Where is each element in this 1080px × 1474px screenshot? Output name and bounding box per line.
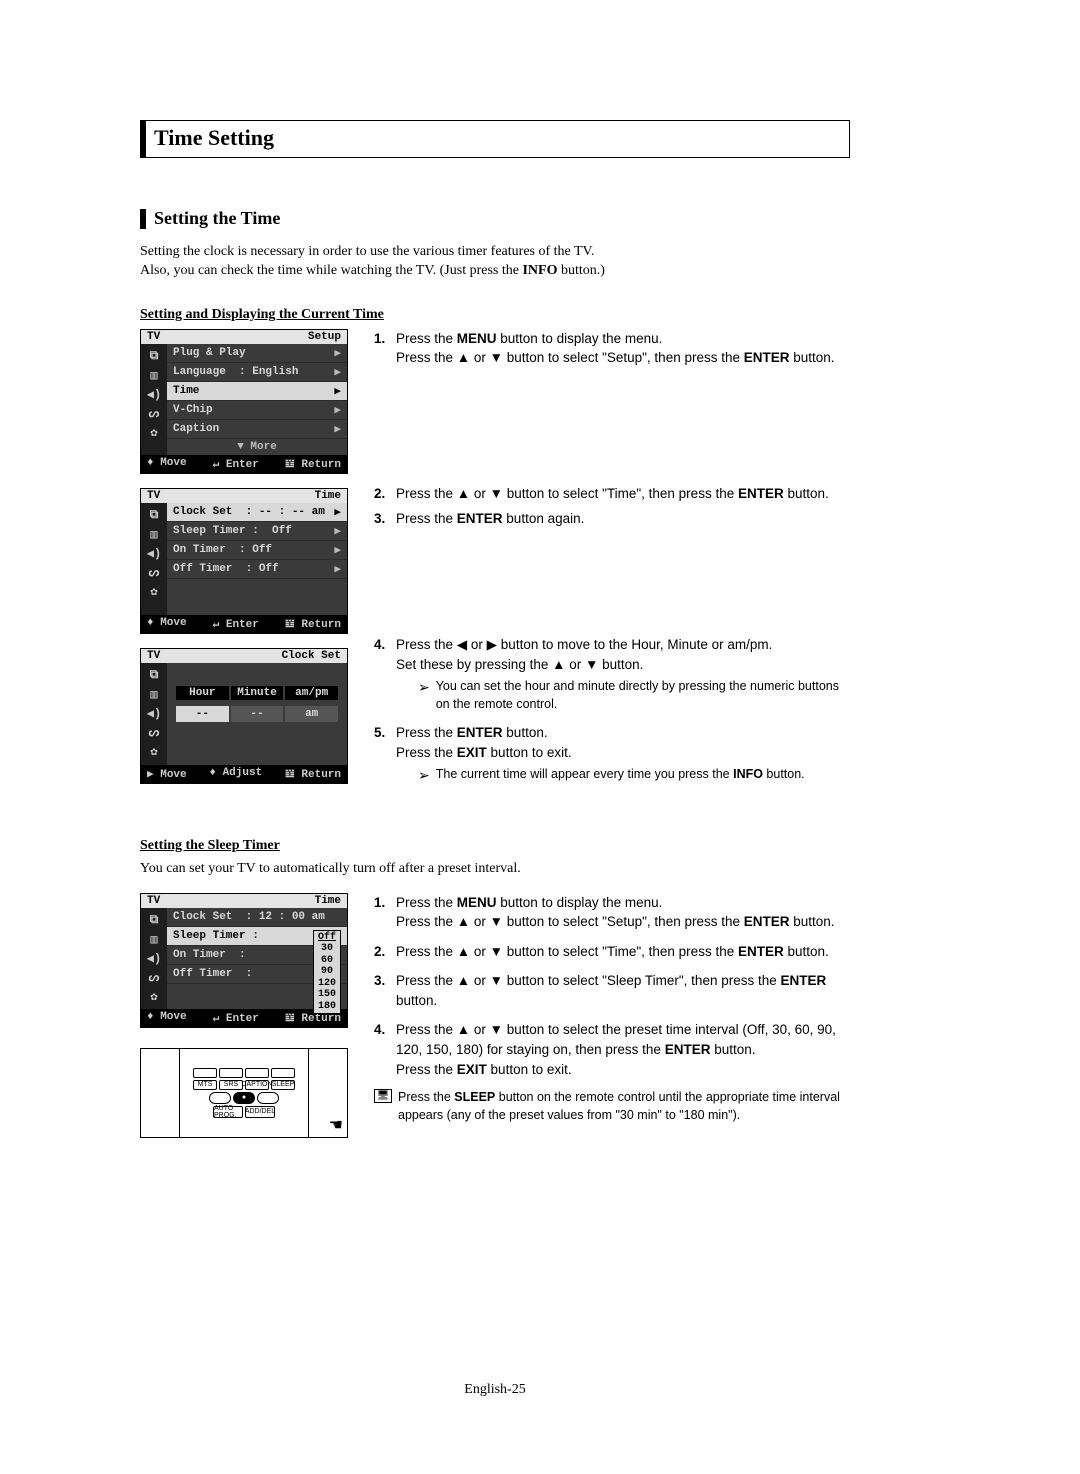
- steps-section-2: 1. Press the MENU button to display the …: [374, 893, 850, 1080]
- title-box: Time Setting: [140, 120, 850, 158]
- sound-icon: ◀): [147, 544, 161, 563]
- osd-clock-set: TVClock Set ⧉ ▥ ◀) ᔕ ✿ Hour Minute: [140, 648, 348, 784]
- subtitle: Setting the Time: [154, 208, 280, 229]
- input-icon: ⧉: [150, 666, 159, 685]
- osd-icon-col: ⧉ ▥ ◀) ᔕ ✿: [141, 344, 167, 455]
- remote-illustration: MTS SRS CAPTION SLEEP ● AUTO PROG. ADD/D…: [140, 1048, 348, 1138]
- osd-row-time-selected: Time▶: [167, 382, 347, 401]
- osd-setup: TVSetup ⧉ ▥ ◀) ᔕ ✿ Plug & Play▶ Language…: [140, 329, 348, 474]
- page-title: Time Setting: [154, 125, 839, 151]
- picture-icon: ▥: [150, 930, 157, 949]
- page-number: English-25: [140, 1382, 850, 1398]
- section-2-label: Setting the Sleep Timer: [140, 838, 850, 854]
- input-icon: ⧉: [150, 911, 159, 930]
- shortcut-tip: 🖥 Press the SLEEP button on the remote c…: [374, 1089, 850, 1124]
- input-icon: ⧉: [150, 506, 159, 525]
- sound-icon: ◀): [147, 704, 161, 723]
- sound-icon: ◀): [147, 949, 161, 968]
- sleep-intro: You can set your TV to automatically tur…: [140, 860, 850, 879]
- channel-icon: ᔕ: [149, 723, 160, 742]
- sound-icon: ◀): [147, 385, 161, 404]
- osd-time: TVTime ⧉ ▥ ◀) ᔕ ✿ Clock Set : -- : -- am…: [140, 488, 348, 634]
- hand-icon: ☚: [329, 1115, 343, 1135]
- intro-text: Setting the clock is necessary in order …: [140, 243, 850, 281]
- channel-icon: ᔕ: [149, 968, 160, 987]
- sleep-options-popup: Off 3060 90120 150180: [313, 930, 341, 1015]
- gear-icon: ✿: [150, 423, 157, 442]
- picture-icon: ▥: [150, 685, 157, 704]
- gear-icon: ✿: [150, 742, 157, 761]
- remote-shortcut-icon: 🖥: [374, 1089, 392, 1103]
- subtitle-row: Setting the Time: [140, 208, 850, 229]
- section-1-label: Setting and Displaying the Current Time: [140, 307, 850, 323]
- input-icon: ⧉: [150, 347, 159, 366]
- osd-sleep: TVTime ⧉ ▥ ◀) ᔕ ✿ Clock Set : 12 : 00 am…: [140, 893, 348, 1028]
- steps-section-1: 1. Press the MENU button to display the …: [374, 329, 850, 368]
- gear-icon: ✿: [150, 582, 157, 601]
- channel-icon: ᔕ: [149, 404, 160, 423]
- channel-icon: ᔕ: [149, 563, 160, 582]
- picture-icon: ▥: [150, 366, 157, 385]
- picture-icon: ▥: [150, 525, 157, 544]
- gear-icon: ✿: [150, 987, 157, 1006]
- subtitle-bar: [140, 209, 146, 229]
